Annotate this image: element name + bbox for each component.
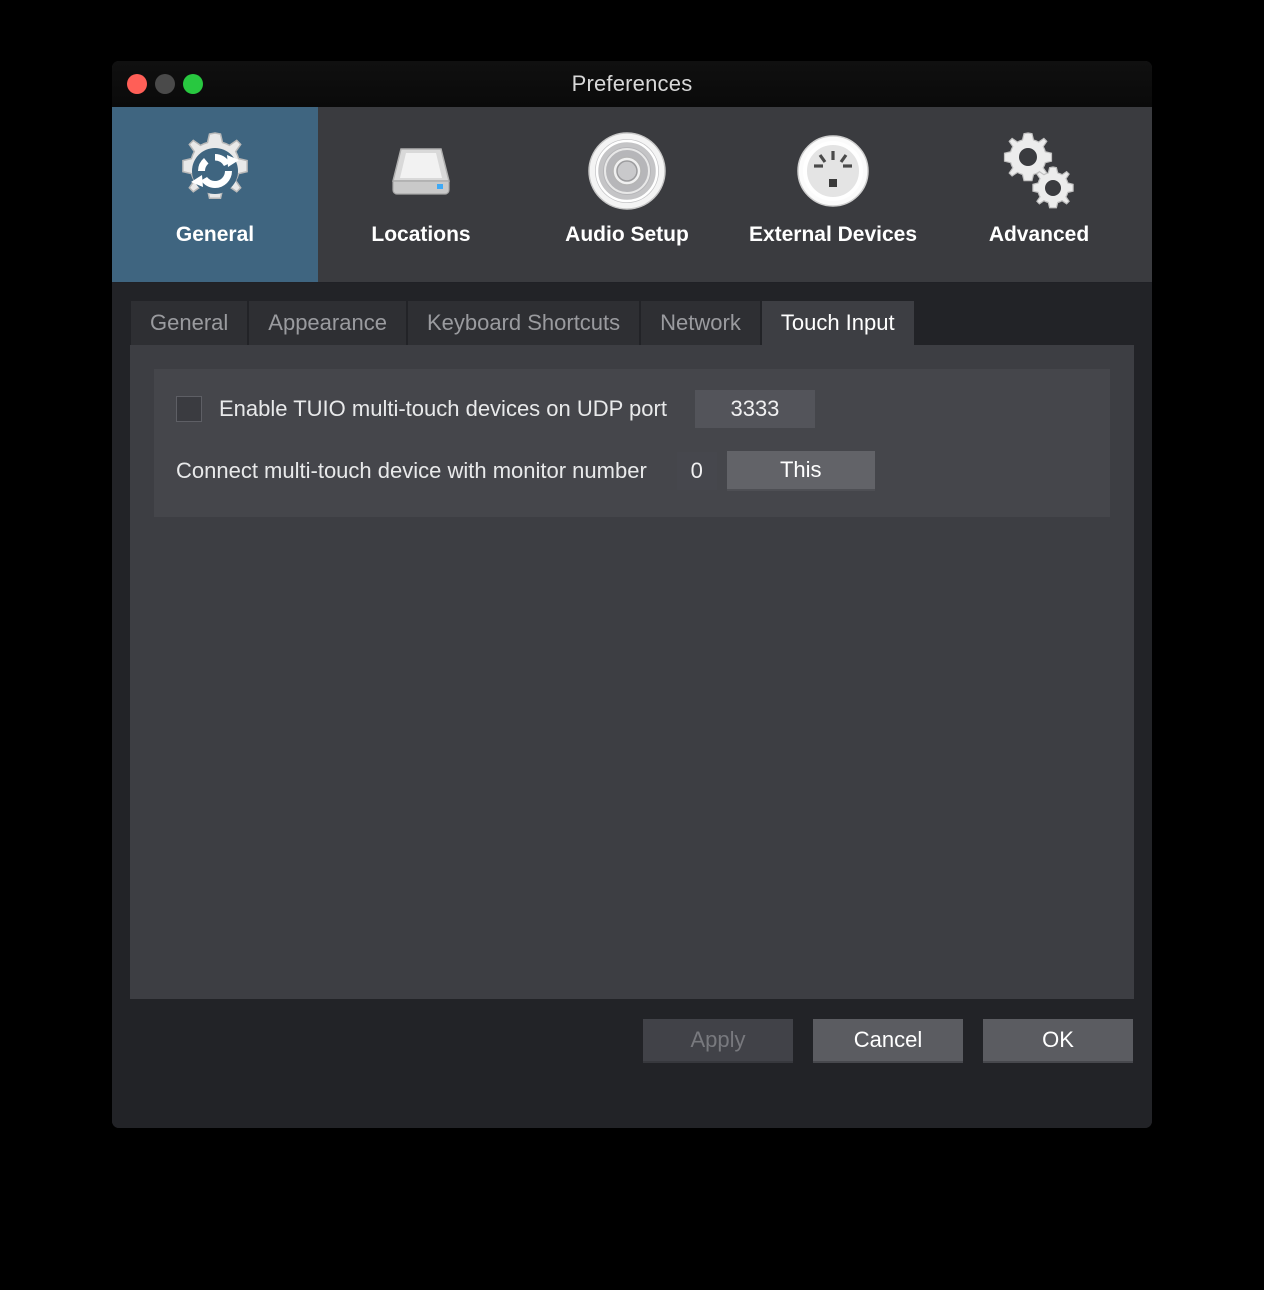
toolbar-item-locations[interactable]: Locations xyxy=(318,107,524,282)
speaker-icon xyxy=(581,125,673,217)
tab-keyboard-shortcuts[interactable]: Keyboard Shortcuts xyxy=(407,301,640,345)
touch-input-panel: Enable TUIO multi-touch devices on UDP p… xyxy=(130,345,1134,999)
monitor-number-input[interactable]: 0 xyxy=(676,452,717,490)
window-title: Preferences xyxy=(571,71,693,96)
toolbar-item-label: External Devices xyxy=(748,223,918,246)
hard-drive-icon xyxy=(375,125,467,217)
tab-touch-input[interactable]: Touch Input xyxy=(761,301,914,345)
tuio-enable-row: Enable TUIO multi-touch devices on UDP p… xyxy=(176,390,815,428)
cancel-button[interactable]: Cancel xyxy=(813,1018,963,1063)
toolbar-item-general[interactable]: General xyxy=(112,107,318,282)
preferences-toolbar: General Locations Audio Setup External D… xyxy=(112,107,1152,283)
touch-input-settings-group: Enable TUIO multi-touch devices on UDP p… xyxy=(154,369,1110,517)
gear-refresh-icon xyxy=(169,125,261,217)
monitor-number-label: Connect multi-touch device with monitor … xyxy=(176,458,647,483)
window-titlebar: Preferences xyxy=(112,61,1152,107)
toolbar-item-advanced[interactable]: Advanced xyxy=(936,107,1142,282)
this-monitor-button[interactable]: This xyxy=(726,451,875,491)
tab-appearance[interactable]: Appearance xyxy=(249,301,406,345)
preferences-body: General Appearance Keyboard Shortcuts Ne… xyxy=(112,283,1152,1128)
udp-port-input[interactable]: 3333 xyxy=(694,390,815,428)
preferences-window: Preferences General Locations Audio Setu… xyxy=(112,61,1152,1128)
gauge-dial-icon xyxy=(787,125,879,217)
toolbar-item-external-devices[interactable]: External Devices xyxy=(730,107,936,282)
double-gear-icon xyxy=(993,125,1085,217)
toolbar-item-label: General xyxy=(175,223,255,246)
toolbar-item-label: Audio Setup xyxy=(565,223,689,246)
toolbar-item-label: Advanced xyxy=(988,223,1090,246)
toolbar-item-label: Locations xyxy=(371,223,471,246)
tab-general[interactable]: General xyxy=(131,301,248,345)
toolbar-item-audio-setup[interactable]: Audio Setup xyxy=(524,107,730,282)
dialog-button-bar: Apply Cancel OK xyxy=(130,999,1134,1082)
monitor-number-row: Connect multi-touch device with monitor … xyxy=(176,451,875,491)
enable-tuio-checkbox[interactable] xyxy=(176,396,202,422)
ok-button[interactable]: OK xyxy=(983,1018,1133,1063)
apply-button[interactable]: Apply xyxy=(643,1018,793,1063)
enable-tuio-label: Enable TUIO multi-touch devices on UDP p… xyxy=(219,396,667,421)
tab-bar: General Appearance Keyboard Shortcuts Ne… xyxy=(130,301,1134,345)
tab-network[interactable]: Network xyxy=(641,301,760,345)
